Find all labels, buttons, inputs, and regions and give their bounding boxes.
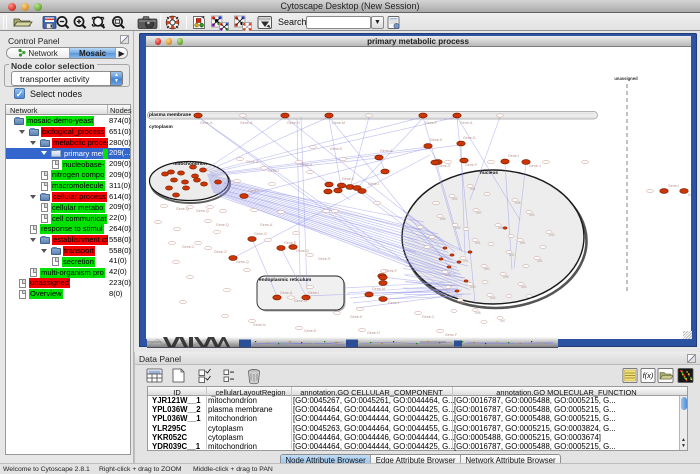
svg-text:Gene-K: Gene-K — [430, 138, 443, 142]
svg-text:Gene-I: Gene-I — [388, 301, 399, 305]
svg-text:orf6: orf6 — [515, 201, 521, 205]
svg-text:Gene-A: Gene-A — [300, 163, 313, 167]
svg-text:Gene-O: Gene-O — [214, 250, 227, 254]
svg-text:unassigned: unassigned — [614, 76, 638, 81]
svg-text:Gene-A: Gene-A — [200, 121, 213, 125]
svg-text:orf4: orf4 — [455, 226, 461, 230]
svg-text:orf4: orf4 — [509, 253, 515, 257]
svg-text:orf1: orf1 — [470, 187, 476, 191]
svg-text:Gene-M: Gene-M — [332, 121, 345, 125]
svg-text:Gene-C: Gene-C — [182, 245, 195, 249]
svg-text:orf7: orf7 — [460, 301, 466, 305]
svg-text:Gene-H: Gene-H — [367, 331, 380, 335]
svg-text:Gene-A: Gene-A — [380, 149, 393, 153]
svg-text:Gene-Q: Gene-Q — [216, 223, 229, 227]
svg-text:Gene-I: Gene-I — [688, 193, 691, 197]
svg-text:Gene-S: Gene-S — [438, 164, 451, 168]
svg-text:Gene-E: Gene-E — [304, 329, 317, 333]
svg-text:Gene-I: Gene-I — [668, 184, 679, 188]
svg-text:Gene-F: Gene-F — [465, 163, 478, 167]
svg-text:orf8: orf8 — [503, 275, 509, 279]
svg-text:Gene-Q: Gene-Q — [176, 207, 189, 211]
svg-text:Gene-Q: Gene-Q — [296, 249, 309, 253]
svg-text:Gene-O: Gene-O — [254, 232, 267, 236]
svg-text:Gene-K: Gene-K — [350, 315, 363, 319]
svg-text:Gene-A: Gene-A — [460, 121, 473, 125]
svg-text:orf6: orf6 — [445, 273, 451, 277]
svg-text:Gene-N: Gene-N — [253, 323, 266, 327]
svg-text:orf1: orf1 — [520, 241, 526, 245]
svg-text:orf2: orf2 — [549, 233, 555, 237]
svg-text:orf1: orf1 — [463, 259, 469, 263]
svg-text:orf0: orf0 — [484, 267, 490, 271]
svg-text:orf1: orf1 — [475, 241, 481, 245]
svg-text:Gene-E: Gene-E — [284, 241, 297, 245]
svg-text:Gene-C: Gene-C — [342, 177, 355, 181]
svg-text:Gene-C: Gene-C — [422, 315, 435, 319]
svg-text:orf0: orf0 — [521, 285, 527, 289]
svg-text:Gene-H: Gene-H — [287, 121, 300, 125]
svg-text:cytoplasm: cytoplasm — [149, 124, 173, 130]
svg-text:Gene-A: Gene-A — [280, 291, 293, 295]
svg-text:Gene-Q: Gene-Q — [196, 209, 209, 213]
svg-text:nucleus: nucleus — [479, 170, 497, 176]
svg-text:orf2: orf2 — [452, 197, 458, 201]
svg-text:Gene-G: Gene-G — [246, 160, 259, 164]
svg-text:Gene-F: Gene-F — [385, 269, 398, 273]
svg-text:orf2: orf2 — [490, 296, 496, 300]
svg-text:orf7: orf7 — [500, 319, 506, 323]
svg-text:orf7: orf7 — [476, 211, 482, 215]
svg-text:f(x): f(x) — [643, 371, 654, 380]
svg-text:plasma membrane: plasma membrane — [149, 112, 191, 118]
svg-text:orf0: orf0 — [470, 285, 476, 289]
svg-text:Gene-I: Gene-I — [308, 291, 319, 295]
svg-text:Gene-M: Gene-M — [372, 287, 385, 291]
svg-text:orf4: orf4 — [440, 217, 446, 221]
svg-text:orf8: orf8 — [475, 311, 481, 315]
svg-text:Gene-O: Gene-O — [294, 299, 307, 303]
svg-text:Gene-Q: Gene-Q — [236, 260, 249, 264]
svg-text:Gene-F: Gene-F — [425, 121, 438, 125]
svg-text:Gene-D: Gene-D — [463, 136, 476, 140]
svg-text:Gene-K: Gene-K — [330, 147, 343, 151]
svg-text:Gene-I: Gene-I — [508, 154, 519, 158]
svg-text:Gene-I: Gene-I — [248, 189, 259, 193]
svg-text:orf1: orf1 — [537, 259, 543, 263]
svg-text:Gene-A: Gene-A — [240, 121, 253, 125]
svg-text:Gene-S: Gene-S — [318, 257, 331, 261]
svg-text:orf0: orf0 — [529, 213, 535, 217]
svg-text:orf4: orf4 — [498, 226, 504, 230]
svg-text:Gene-I: Gene-I — [268, 169, 279, 173]
svg-text:Gene-A: Gene-A — [260, 223, 273, 227]
svg-text:Gene-J: Gene-J — [529, 164, 541, 168]
svg-text:endoplasmic reticulum: endoplasmic reticulum — [259, 277, 311, 283]
svg-text:Gene-I: Gene-I — [368, 182, 379, 186]
